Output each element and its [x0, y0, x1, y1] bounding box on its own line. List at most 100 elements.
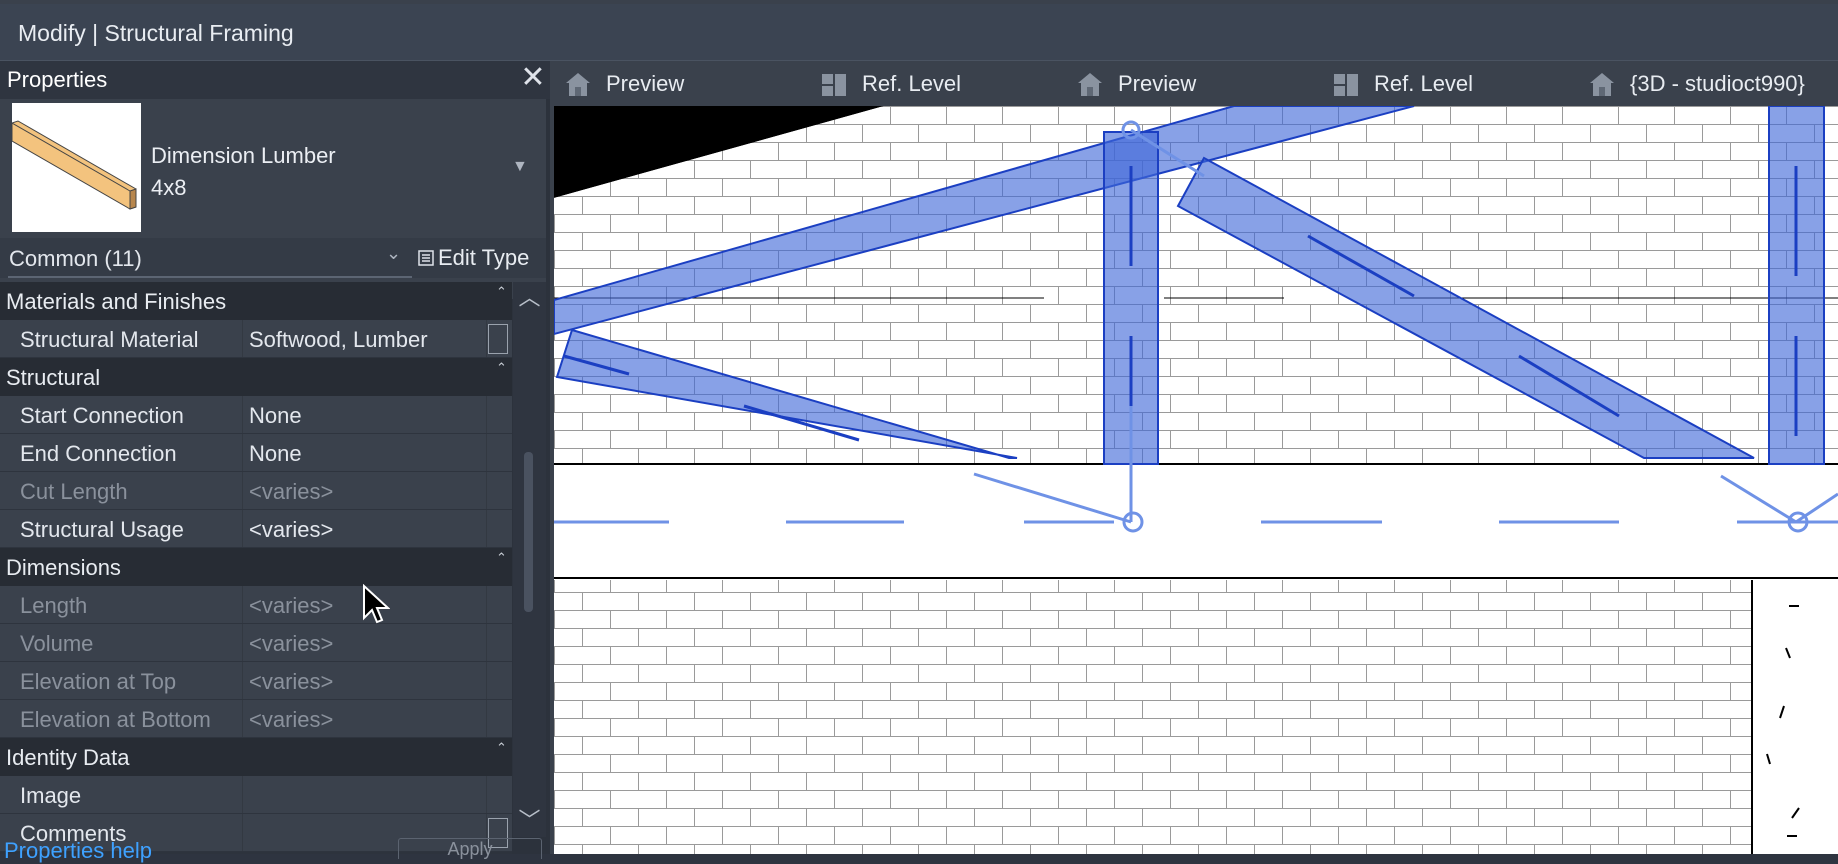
level-icon [822, 73, 846, 96]
col-divider [242, 396, 243, 433]
collapse-icon[interactable]: ⌃ [496, 550, 507, 566]
collapse-icon[interactable]: ⌃ [496, 740, 507, 756]
apply-button[interactable]: Apply [398, 838, 542, 859]
tab-label: Preview [606, 70, 685, 96]
prop-value: <varies> [249, 593, 334, 618]
collapse-icon[interactable]: ⌃ [496, 360, 507, 376]
edit-type-button[interactable]: Edit Type [418, 242, 529, 274]
row-elevation-bottom: Elevation at Bottom <varies> [0, 700, 512, 738]
row-structural-usage[interactable]: Structural Usage <varies> [0, 510, 512, 548]
lower-wall [554, 580, 1752, 854]
properties-title: Properties [7, 67, 108, 92]
group-label: Structural [6, 365, 101, 390]
prop-value: <varies> [249, 707, 334, 732]
window-title: Modify | Structural Framing [18, 20, 294, 46]
view-tab-preview-2[interactable]: Preview [1076, 61, 1196, 106]
col-divider [486, 472, 487, 509]
col-divider [242, 700, 243, 737]
col-divider [242, 814, 243, 851]
properties-help-link[interactable]: Properties help [4, 838, 152, 864]
prop-value: <varies> [249, 631, 334, 656]
prop-name: Image [20, 783, 82, 808]
drawing-canvas[interactable] [554, 106, 1838, 854]
prop-name: Length [20, 593, 88, 618]
prop-value[interactable]: None [249, 441, 302, 467]
level-icon [1334, 73, 1358, 96]
edit-type-icon [418, 250, 434, 266]
prop-name: Start Connection [20, 403, 184, 428]
prop-name: Cut Length [20, 479, 128, 504]
row-end-connection[interactable]: End Connection None [0, 434, 512, 472]
house-icon [566, 72, 590, 96]
prop-name: End Connection [20, 441, 177, 466]
house-icon [1590, 72, 1614, 96]
floor-band [554, 464, 1838, 574]
col-divider [486, 776, 487, 813]
col-divider [242, 662, 243, 699]
type-dropdown-icon[interactable]: ▼ [512, 158, 528, 176]
framing-drawing [554, 106, 1838, 854]
view-tab-preview-1[interactable]: Preview [564, 61, 684, 106]
prop-name: Elevation at Top [20, 669, 177, 694]
lumber-thumbnail-icon [11, 120, 137, 210]
tab-label: Ref. Level [862, 70, 962, 96]
prop-name: Structural Usage [20, 517, 184, 542]
view-tab-ref-level-2[interactable]: Ref. Level [1332, 61, 1473, 106]
type-family: Dimension Lumber [151, 143, 336, 168]
close-icon[interactable]: ✕ [518, 63, 548, 95]
col-divider [486, 434, 487, 471]
tab-label: Preview [1118, 70, 1197, 96]
group-label: Identity Data [6, 745, 130, 770]
scroll-up-icon[interactable]: ︿ [513, 282, 546, 314]
row-start-connection[interactable]: Start Connection None [0, 396, 512, 434]
prop-value[interactable]: <varies> [249, 517, 333, 543]
group-identity-data[interactable]: Identity Data ⌃ [0, 738, 512, 776]
view-tab-ref-level-1[interactable]: Ref. Level [820, 61, 961, 106]
row-structural-material[interactable]: Structural Material Softwood, Lumber [0, 320, 512, 358]
prop-name: Volume [20, 631, 94, 656]
col-divider [486, 510, 487, 547]
row-image[interactable]: Image [0, 776, 512, 814]
filter-underline [8, 276, 412, 278]
col-divider [242, 434, 243, 471]
browse-button[interactable] [488, 324, 508, 354]
view-tab-bar: Preview Ref. Level Preview Ref. Level {3… [554, 61, 1838, 106]
tab-label: {3D - studioct990} [1630, 70, 1805, 96]
view-tab-3d[interactable]: {3D - studioct990} [1588, 61, 1805, 106]
collapse-icon[interactable]: ⌃ [496, 284, 507, 300]
instance-filter[interactable]: Common (11) [9, 246, 142, 272]
col-divider [242, 624, 243, 661]
col-divider [242, 586, 243, 623]
type-name[interactable]: Dimension Lumber 4x8 [151, 140, 336, 204]
prop-value[interactable]: Softwood, Lumber [249, 327, 428, 353]
col-divider [242, 472, 243, 509]
chevron-down-icon[interactable]: ⌄ [386, 243, 401, 264]
tab-label: Ref. Level [1374, 70, 1474, 96]
col-divider [486, 662, 487, 699]
properties-header: Properties ✕ [0, 61, 550, 99]
type-thumbnail [11, 103, 141, 232]
col-divider [486, 586, 487, 623]
group-structural[interactable]: Structural ⌃ [0, 358, 512, 396]
row-elevation-top: Elevation at Top <varies> [0, 662, 512, 700]
prop-value: <varies> [249, 479, 334, 504]
col-divider [242, 776, 243, 813]
instance-filter-row: Common (11) ⌄ Edit Type [0, 238, 546, 278]
prop-value[interactable]: None [249, 403, 302, 429]
row-volume: Volume <varies> [0, 624, 512, 662]
group-materials[interactable]: Materials and Finishes ⌃ [0, 282, 512, 320]
col-divider [242, 320, 243, 357]
properties-scrollbar[interactable]: ︿ ﹀ [513, 282, 546, 837]
mouse-cursor-icon [363, 584, 390, 624]
col-divider [486, 700, 487, 737]
scroll-down-icon[interactable]: ﹀ [513, 805, 546, 837]
group-label: Dimensions [6, 555, 121, 580]
type-size: 4x8 [151, 175, 187, 200]
col-divider [486, 624, 487, 661]
group-dimensions[interactable]: Dimensions ⌃ [0, 548, 512, 586]
prop-name: Structural Material [20, 327, 199, 352]
edit-type-label: Edit Type [438, 245, 530, 270]
context-tab-bar: Modify | Structural Framing [0, 4, 1838, 61]
scroll-thumb[interactable] [524, 452, 533, 612]
house-icon [1078, 72, 1102, 96]
